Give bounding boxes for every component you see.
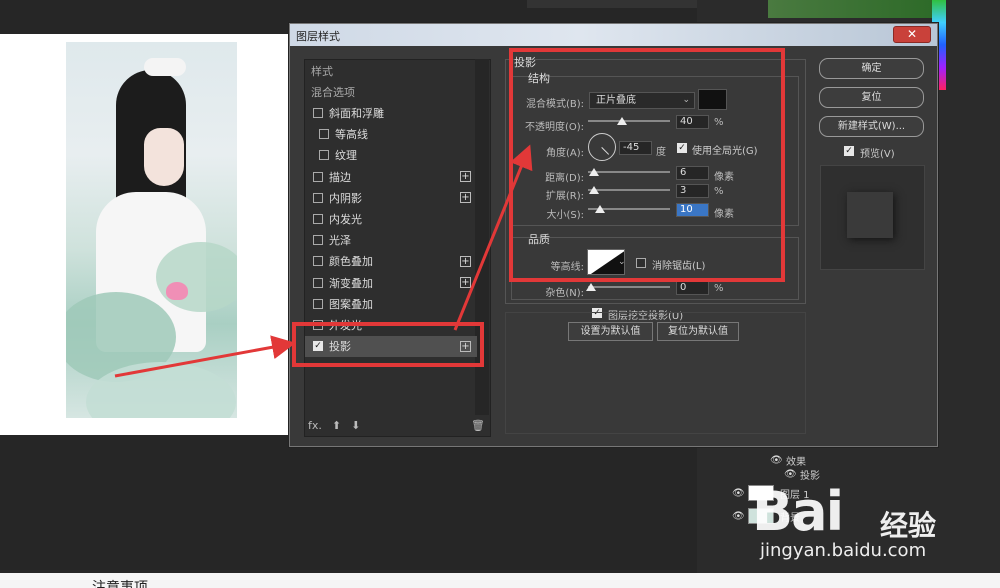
photoshop-window: 👁 效果 👁 投影 👁 图层 1 👁 背景 Bai 经验 jingyan.bai… — [0, 0, 1000, 588]
arrow-to-item — [114, 335, 296, 378]
arrow-to-settings — [453, 144, 533, 331]
annotation-arrows — [114, 144, 533, 378]
